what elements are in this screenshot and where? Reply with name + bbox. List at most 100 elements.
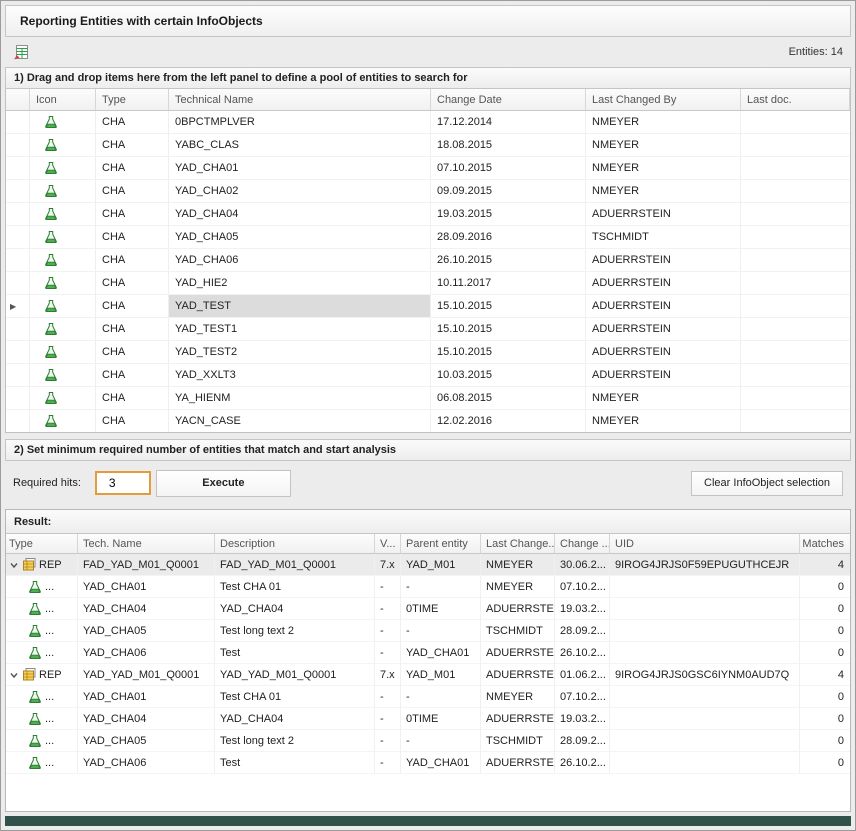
last-changed-by-cell: ADUERRSTE... <box>481 598 555 620</box>
row-selector-cell: ▶ <box>6 295 30 318</box>
uid-cell <box>610 642 800 664</box>
result-child-row[interactable]: ...YAD_CHA01Test CHA 01--NMEYER07.10.2..… <box>6 686 850 708</box>
expander[interactable] <box>9 560 21 570</box>
technical-name-cell: YAD_CHA04 <box>169 203 431 226</box>
version-cell: - <box>375 730 401 752</box>
section2-header-label: 2) Set minimum required number of entiti… <box>14 444 396 456</box>
icon-cell <box>30 134 96 157</box>
infoobject-row[interactable]: CHAYAD_HIE210.11.2017ADUERRSTEIN <box>6 272 850 295</box>
result-child-row[interactable]: ...YAD_CHA06Test-YAD_CHA01ADUERRSTE...26… <box>6 752 850 774</box>
result-table-filler <box>6 774 850 811</box>
result-col-parent-entity[interactable]: Parent entity <box>401 534 481 554</box>
last-doc-cell <box>741 318 850 341</box>
result-report-row[interactable]: REPYAD_YAD_M01_Q0001YAD_YAD_M01_Q00017.x… <box>6 664 850 686</box>
infoobject-row[interactable]: CHAYAD_XXLT310.03.2015ADUERRSTEIN <box>6 364 850 387</box>
result-col-tech-name[interactable]: Tech. Name <box>78 534 215 554</box>
characteristic-icon <box>44 368 58 382</box>
infoobject-row[interactable]: CHAYAD_CHA0626.10.2015ADUERRSTEIN <box>6 249 850 272</box>
parent-entity-cell: - <box>401 620 481 642</box>
infoobject-row[interactable]: CHAYAD_CHA0107.10.2015NMEYER <box>6 157 850 180</box>
parent-entity-cell: YAD_CHA01 <box>401 752 481 774</box>
table1-col-icon[interactable]: Icon <box>30 89 96 111</box>
tech-name-cell: YAD_CHA06 <box>78 752 215 774</box>
icon-cell <box>30 341 96 364</box>
last-changed-by-cell: TSCHMIDT <box>586 226 741 249</box>
result-col-version[interactable]: V... <box>375 534 401 554</box>
clear-infoobject-selection-button[interactable]: Clear InfoObject selection <box>691 471 843 496</box>
result-child-row[interactable]: ...YAD_CHA06Test-YAD_CHA01ADUERRSTE...26… <box>6 642 850 664</box>
description-cell: YAD_CHA04 <box>215 598 375 620</box>
type-cell: CHA <box>96 111 169 134</box>
infoobject-row[interactable]: CHAYAD_TEST115.10.2015ADUERRSTEIN <box>6 318 850 341</box>
characteristic-icon <box>28 646 42 660</box>
version-cell: - <box>375 686 401 708</box>
matches-cell: 0 <box>800 620 850 642</box>
result-child-row[interactable]: ...YAD_CHA05Test long text 2--TSCHMIDT28… <box>6 620 850 642</box>
infoobject-row[interactable]: CHAYACN_CASE12.02.2016NMEYER <box>6 410 850 433</box>
description-cell: Test <box>215 642 375 664</box>
row-selector-cell <box>6 111 30 134</box>
type-cell: CHA <box>96 226 169 249</box>
result-col-description[interactable]: Description <box>215 534 375 554</box>
result-child-row[interactable]: ...YAD_CHA04YAD_CHA04-0TIMEADUERRSTE...1… <box>6 598 850 620</box>
entities-count: Entities: 14 <box>789 46 845 58</box>
characteristic-icon <box>28 690 42 704</box>
result-col-matches[interactable]: Matches <box>800 534 850 554</box>
table1-col-last-changed-by[interactable]: Last Changed By <box>586 89 741 111</box>
technical-name-cell: YAD_TEST <box>169 295 431 318</box>
type-label: ... <box>45 757 54 769</box>
table1-col-last-doc[interactable]: Last doc. <box>741 89 850 111</box>
last-doc-cell <box>741 341 850 364</box>
type-label: ... <box>45 625 54 637</box>
parent-entity-cell: YAD_M01 <box>401 554 481 576</box>
result-col-change[interactable]: Change ... <box>555 534 610 554</box>
change-date-cell: 19.03.2015 <box>431 203 586 226</box>
change-date-cell: 19.03.2... <box>555 598 610 620</box>
table1-col-technical-name[interactable]: Technical Name <box>169 89 431 111</box>
infoobject-row[interactable]: CHAYAD_CHA0528.09.2016TSCHMIDT <box>6 226 850 249</box>
result-report-row[interactable]: REPFAD_YAD_M01_Q0001FAD_YAD_M01_Q00017.x… <box>6 554 850 576</box>
change-date-cell: 15.10.2015 <box>431 341 586 364</box>
parent-entity-cell: 0TIME <box>401 598 481 620</box>
table1-col-change-date[interactable]: Change Date <box>431 89 586 111</box>
description-cell: Test <box>215 752 375 774</box>
characteristic-icon <box>28 734 42 748</box>
last-doc-cell <box>741 387 850 410</box>
infoobject-row[interactable]: CHAYABC_CLAS18.08.2015NMEYER <box>6 134 850 157</box>
characteristic-icon <box>44 299 58 313</box>
matches-cell: 4 <box>800 664 850 686</box>
result-child-row[interactable]: ...YAD_CHA05Test long text 2--TSCHMIDT28… <box>6 730 850 752</box>
infoobject-row[interactable]: ▶CHAYAD_TEST15.10.2015ADUERRSTEIN <box>6 295 850 318</box>
result-col-last-change[interactable]: Last Change... <box>481 534 555 554</box>
type-label: REP <box>39 669 62 681</box>
last-doc-cell <box>741 249 850 272</box>
execute-button[interactable]: Execute <box>156 470 291 497</box>
result-child-row[interactable]: ...YAD_CHA04YAD_CHA04-0TIMEADUERRSTE...1… <box>6 708 850 730</box>
infoobject-row[interactable]: CHA0BPCTMPLVER17.12.2014NMEYER <box>6 111 850 134</box>
required-hits-input[interactable] <box>95 471 151 495</box>
result-child-row[interactable]: ...YAD_CHA01Test CHA 01--NMEYER07.10.2..… <box>6 576 850 598</box>
infoobject-row[interactable]: CHAYAD_TEST215.10.2015ADUERRSTEIN <box>6 341 850 364</box>
last-changed-by-cell: ADUERRSTE... <box>481 642 555 664</box>
tech-name-cell: FAD_YAD_M01_Q0001 <box>78 554 215 576</box>
last-changed-by-cell: NMEYER <box>586 387 741 410</box>
infoobject-row[interactable]: CHAYAD_CHA0419.03.2015ADUERRSTEIN <box>6 203 850 226</box>
export-excel-button[interactable] <box>11 43 31 61</box>
type-label: ... <box>45 581 54 593</box>
last-changed-by-cell: ADUERRSTE... <box>481 708 555 730</box>
row-selector-cell <box>6 180 30 203</box>
result-col-type[interactable]: Type <box>6 534 78 554</box>
type-cell: CHA <box>96 387 169 410</box>
change-date-cell: 12.02.2016 <box>431 410 586 433</box>
result-col-uid[interactable]: UID <box>610 534 800 554</box>
infoobject-row[interactable]: CHAYAD_CHA0209.09.2015NMEYER <box>6 180 850 203</box>
table1-col-type[interactable]: Type <box>96 89 169 111</box>
characteristic-icon <box>28 602 42 616</box>
last-changed-by-cell: ADUERRSTEIN <box>586 341 741 364</box>
change-date-cell: 10.03.2015 <box>431 364 586 387</box>
matches-cell: 0 <box>800 642 850 664</box>
infoobject-row[interactable]: CHAYA_HIENM06.08.2015NMEYER <box>6 387 850 410</box>
expander[interactable] <box>9 670 21 680</box>
last-changed-by-cell: TSCHMIDT <box>481 620 555 642</box>
icon-cell <box>30 157 96 180</box>
